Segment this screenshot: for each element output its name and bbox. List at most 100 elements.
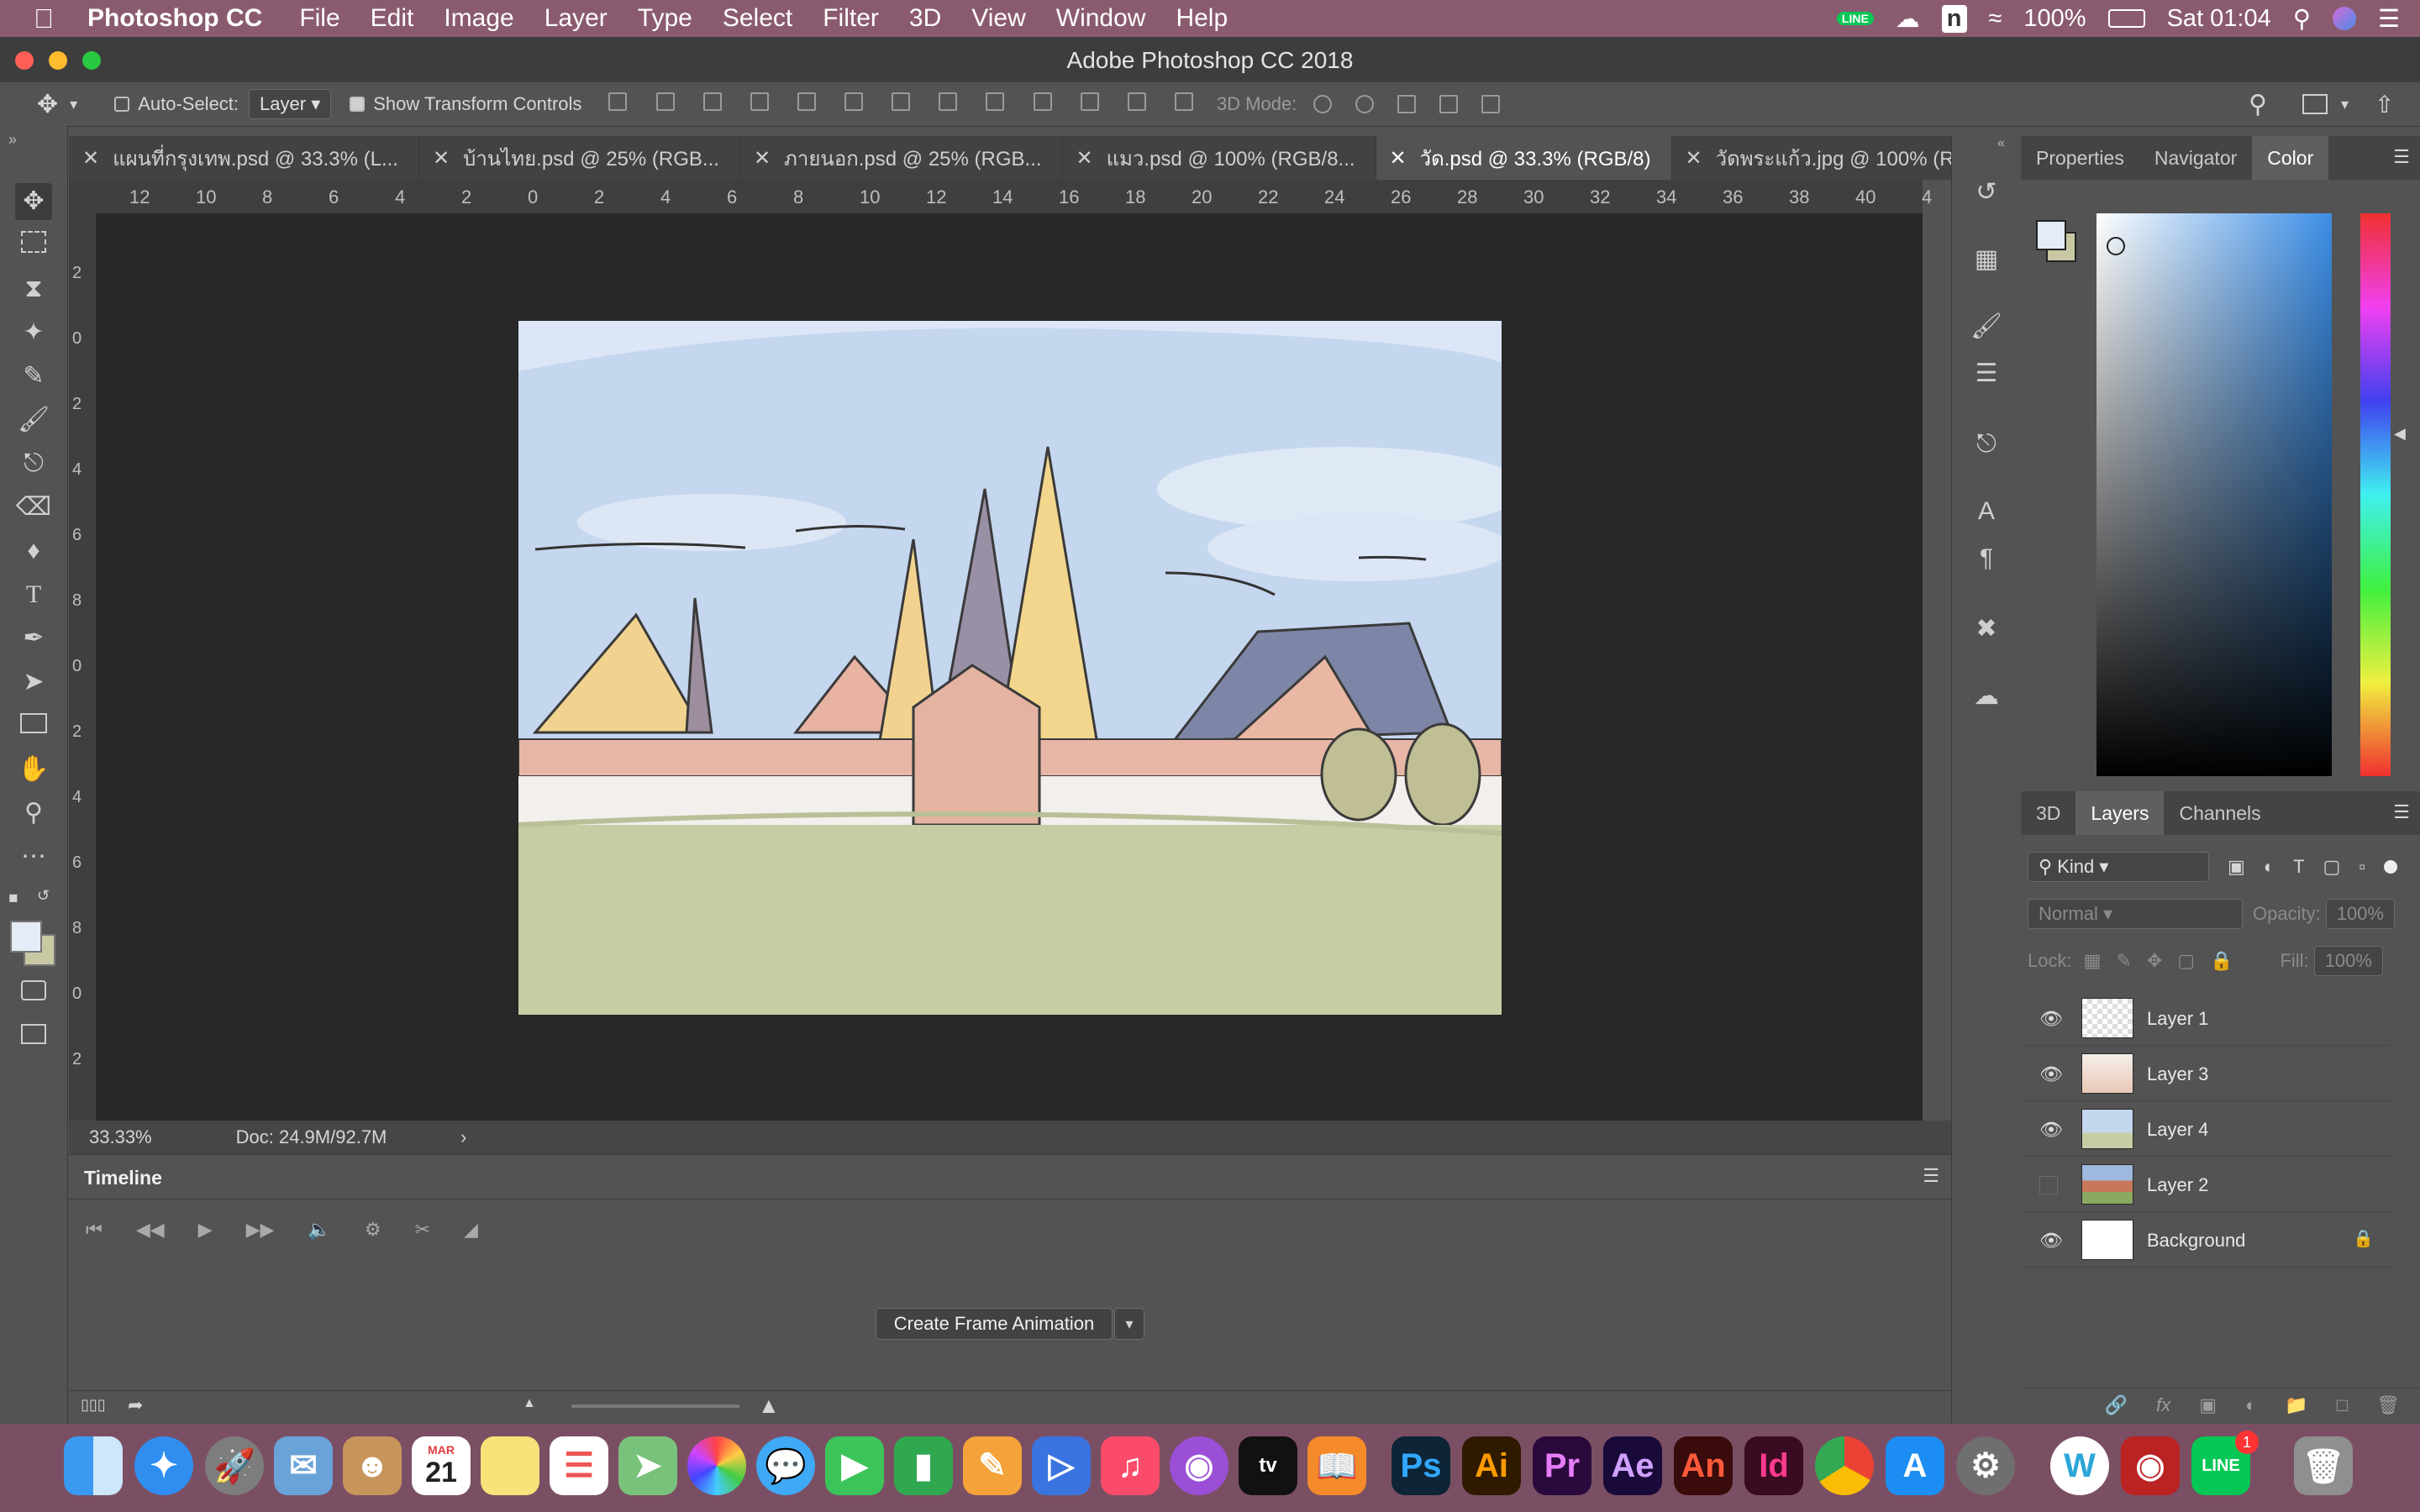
tab-navigator[interactable]: Navigator bbox=[2139, 136, 2252, 180]
character-icon[interactable]: A bbox=[1969, 494, 2004, 529]
create-frame-animation-button[interactable]: Create Frame Animation bbox=[876, 1308, 1113, 1340]
grid-icon[interactable]: ▦ bbox=[1969, 242, 2004, 277]
auto-select-dropdown[interactable]: Layer ▾ bbox=[249, 89, 332, 119]
finder-icon[interactable] bbox=[64, 1436, 123, 1495]
tab-document-3[interactable]: ✕ ภายนอก.psd @ 25% (RGB... bbox=[740, 136, 1063, 180]
eraser-tool-icon[interactable]: ⌫ bbox=[15, 489, 52, 526]
premiere-icon[interactable]: Pr bbox=[1533, 1436, 1591, 1495]
zoom-out-icon[interactable]: ▲ bbox=[523, 1396, 536, 1411]
lock-all-icon[interactable]: 🔒 bbox=[2210, 950, 2233, 972]
align-top-icon[interactable] bbox=[608, 92, 628, 111]
keynote-icon[interactable]: ▷ bbox=[1032, 1436, 1091, 1495]
show-transform-checkbox[interactable] bbox=[350, 97, 366, 112]
lock-artboard-icon[interactable]: ▢ bbox=[2177, 950, 2195, 972]
doc-size[interactable]: Doc: 24.9M/92.7M bbox=[236, 1126, 387, 1148]
numbers-icon[interactable]: ▮ bbox=[894, 1436, 953, 1495]
safari-icon[interactable]: ✦ bbox=[134, 1436, 193, 1495]
history-icon[interactable]: ↺ bbox=[1969, 175, 2004, 210]
timeline-zoom-slider[interactable] bbox=[571, 1404, 739, 1408]
create-animation-dropdown-button[interactable]: ▾ bbox=[1114, 1308, 1144, 1340]
menu-file[interactable]: File bbox=[299, 4, 339, 33]
default-colors-icon[interactable]: ◼ bbox=[8, 890, 18, 905]
timeline-title[interactable]: Timeline bbox=[84, 1167, 162, 1189]
preset-chevron-down-icon[interactable]: ▾ bbox=[70, 96, 77, 113]
menu-image[interactable]: Image bbox=[444, 4, 513, 33]
after-effects-icon[interactable]: Ae bbox=[1603, 1436, 1662, 1495]
tab-properties[interactable]: Properties bbox=[2021, 136, 2139, 180]
trash-icon[interactable]: 🗑 bbox=[2294, 1436, 2353, 1495]
layer-lock-icon[interactable]: 🔒 bbox=[2353, 1228, 2374, 1249]
close-tab-icon[interactable]: ✕ bbox=[1390, 146, 1407, 171]
apple-tv-icon[interactable]: tv bbox=[1239, 1436, 1297, 1495]
menu-layer[interactable]: Layer bbox=[544, 4, 608, 33]
foreground-color-swatch[interactable] bbox=[10, 921, 42, 953]
align-left-icon[interactable] bbox=[750, 92, 769, 111]
tab-layers[interactable]: Layers bbox=[2075, 791, 2165, 835]
document-artwork[interactable] bbox=[518, 321, 1502, 1015]
distribute-hcenter-icon[interactable] bbox=[1080, 92, 1099, 111]
lock-transparent-icon[interactable]: ▦ bbox=[2084, 950, 2102, 972]
color-panel-menu-icon[interactable]: ☰ bbox=[2393, 146, 2410, 168]
vertical-ruler[interactable]: 2 0 2 4 6 8 0 2 4 6 8 0 2 bbox=[69, 213, 97, 1121]
hand-tool-icon[interactable]: ✋ bbox=[15, 751, 52, 788]
eyedropper-tool-icon[interactable]: ✎ bbox=[15, 358, 52, 395]
close-tab-icon[interactable]: ✕ bbox=[1076, 146, 1093, 171]
line-status-icon[interactable]: LINE bbox=[1836, 12, 1874, 25]
distribute-left-icon[interactable] bbox=[1033, 92, 1052, 111]
menu-select[interactable]: Select bbox=[723, 4, 792, 33]
layer-row[interactable]: 👁 Background 🔒 bbox=[2021, 1213, 2391, 1268]
filter-toggle-icon[interactable] bbox=[2384, 860, 2398, 874]
split-scissors-icon[interactable]: ✂ bbox=[415, 1219, 430, 1241]
zoom-in-icon[interactable]: ▲ bbox=[758, 1393, 780, 1419]
tab-channels[interactable]: Channels bbox=[2164, 791, 2275, 835]
photo-booth-icon[interactable]: ◉ bbox=[2121, 1436, 2180, 1495]
magic-wand-tool-icon[interactable]: ✦ bbox=[15, 314, 52, 351]
control-center-icon[interactable]: ☰ bbox=[2378, 4, 2400, 34]
siri-icon[interactable] bbox=[2333, 7, 2356, 30]
distribute-top-icon[interactable] bbox=[892, 92, 911, 111]
align-right-icon[interactable] bbox=[844, 92, 864, 111]
collapse-toolbar-icon[interactable]: » bbox=[8, 131, 17, 149]
fill-field[interactable]: 100% bbox=[2313, 946, 2383, 976]
close-tab-icon[interactable]: ✕ bbox=[754, 146, 771, 171]
system-preferences-icon[interactable]: ⚙ bbox=[1956, 1436, 2015, 1495]
more-tools-icon[interactable]: ⋯ bbox=[15, 838, 52, 875]
hue-slider-handle[interactable]: ◀ bbox=[2394, 425, 2406, 443]
lock-image-icon[interactable]: ✎ bbox=[2116, 950, 2131, 972]
marquee-tool-icon[interactable] bbox=[15, 227, 52, 264]
adjustments-icon[interactable]: ☰ bbox=[1969, 356, 2004, 391]
animate-icon[interactable]: An bbox=[1674, 1436, 1733, 1495]
filter-type-icon[interactable]: T bbox=[2293, 856, 2304, 878]
tools-preset-icon[interactable]: ✖ bbox=[1969, 612, 2004, 647]
frame-view-icon[interactable]: ▯▯▯ bbox=[81, 1396, 106, 1414]
facetime-icon[interactable]: ▶ bbox=[825, 1436, 884, 1495]
workspace-icon[interactable] bbox=[2302, 94, 2328, 114]
apple-icon[interactable]:  bbox=[34, 3, 54, 34]
delete-layer-trash-icon[interactable]: 🗑 bbox=[2376, 1394, 2400, 1416]
close-tab-icon[interactable]: ✕ bbox=[82, 146, 99, 171]
menu-edit[interactable]: Edit bbox=[371, 4, 414, 33]
books-icon[interactable]: 📖 bbox=[1307, 1436, 1366, 1495]
new-group-folder-icon[interactable]: 📁 bbox=[2285, 1394, 2307, 1416]
color-picker-marker[interactable] bbox=[2107, 237, 2125, 255]
3d-pan-icon[interactable] bbox=[1397, 95, 1417, 113]
clone-stamp-tool-icon[interactable]: ⎋ bbox=[15, 445, 52, 482]
clone-source-icon[interactable]: ⎋ bbox=[1969, 427, 2004, 462]
auto-align-icon[interactable] bbox=[1174, 92, 1193, 111]
pen-tool-icon[interactable]: ✒ bbox=[15, 620, 52, 657]
notion-icon[interactable]: n bbox=[1941, 4, 1967, 33]
3d-orbit-icon[interactable] bbox=[1313, 95, 1333, 113]
swap-colors-icon[interactable]: ↺ bbox=[37, 887, 50, 905]
filter-smart-object-icon[interactable]: ▫ bbox=[2359, 856, 2365, 878]
color-fg-swatch[interactable] bbox=[2036, 220, 2066, 250]
reminders-icon[interactable]: ☰ bbox=[550, 1436, 608, 1495]
share-icon[interactable]: ⇧ bbox=[2375, 91, 2394, 118]
indesign-icon[interactable]: Id bbox=[1744, 1436, 1803, 1495]
layer-row[interactable]: 👁 Layer 3 bbox=[2021, 1047, 2391, 1101]
new-adjustment-icon[interactable]: ◐ bbox=[2245, 1394, 2256, 1416]
filter-pixel-icon[interactable]: ▣ bbox=[2228, 856, 2245, 878]
distribute-right-icon[interactable] bbox=[1127, 92, 1146, 111]
align-bottom-icon[interactable] bbox=[702, 92, 722, 111]
expand-panels-icon[interactable]: « bbox=[1997, 136, 2005, 151]
workspace-chevron-down-icon[interactable]: ▾ bbox=[2341, 96, 2349, 113]
